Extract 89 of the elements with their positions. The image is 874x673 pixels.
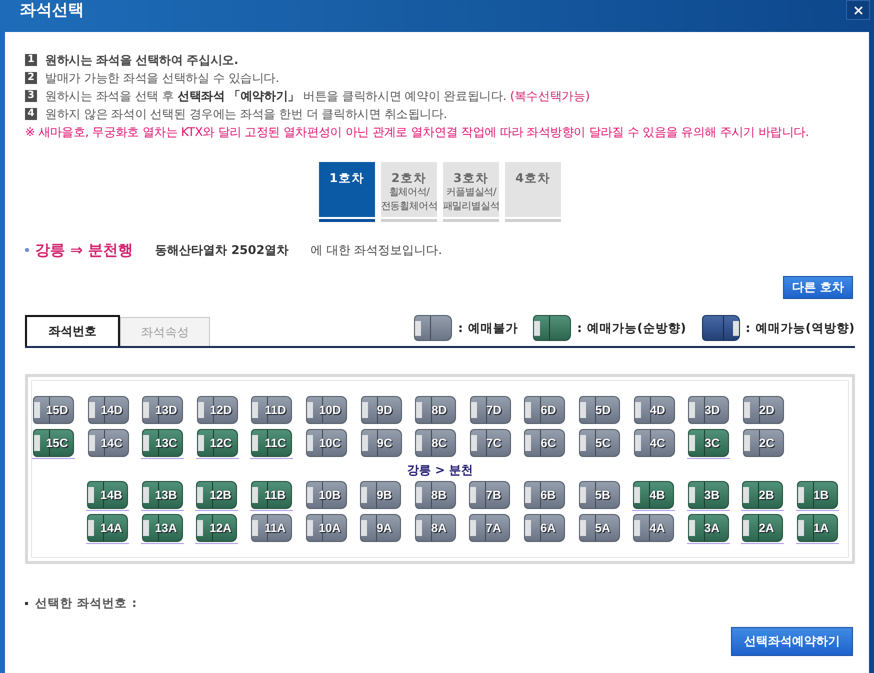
seat-icon: [702, 315, 740, 341]
seat-button[interactable]: 9C: [360, 429, 403, 459]
car-tab[interactable]: 4호차: [505, 162, 561, 222]
view-tab[interactable]: 좌석번호: [25, 315, 120, 346]
seat-button[interactable]: 10A: [304, 514, 348, 544]
seat-button[interactable]: 6D: [523, 396, 566, 426]
seat-button[interactable]: 10D: [304, 396, 348, 426]
seat-button[interactable]: 4D: [632, 396, 676, 426]
seat-icon: [533, 315, 572, 341]
close-button[interactable]: [846, 0, 870, 20]
seat-button[interactable]: 9D: [360, 396, 403, 426]
warning-text: ※ 새마을호, 무궁화호 열차는 KTX와 달리 고정된 열차편성이 아닌 관계로 열차연결 작업에 따라 좌석방향이 달라질 수 있음을 유의해 주시기 바랍니다.: [25, 124, 809, 141]
seat-button[interactable]: 13C: [141, 429, 184, 459]
seat-button[interactable]: 7B: [468, 481, 512, 511]
seat-button[interactable]: 9B: [359, 481, 402, 511]
seat-button[interactable]: 12C: [196, 429, 239, 459]
seat-button[interactable]: 8D: [414, 396, 458, 426]
seat-button[interactable]: 7D: [468, 396, 512, 426]
seat-button[interactable]: 9A: [359, 514, 402, 544]
seat-button[interactable]: 14B: [86, 481, 130, 511]
step-number: 2: [25, 72, 37, 84]
seat-button[interactable]: 2D: [742, 396, 785, 426]
seat-button[interactable]: 7A: [468, 514, 512, 544]
seat-button[interactable]: 11B: [250, 481, 294, 511]
seat-button[interactable]: 15C: [32, 429, 75, 459]
train-name: 동해산타열차 2502열차: [155, 242, 289, 258]
info-text: 에 대한 좌석정보입니다.: [310, 242, 442, 258]
seat-button[interactable]: 4C: [632, 429, 676, 459]
seat-button[interactable]: 11A: [250, 514, 294, 544]
instruction-text: 원하시는 좌석을 선택 후 선택좌석 「예약하기」 버튼을 클릭하시면 예약이 완료됩니다. (복수선택가능): [45, 88, 590, 104]
instruction-text: 원하지 않은 좌석이 선택된 경우에는 좌석을 한번 더 클릭하시면 취소됩니다.: [45, 106, 447, 122]
car-tab[interactable]: 3호차 커플별실석/ 패밀리별실석: [443, 162, 499, 222]
instruction-text: 원하시는 좌석을 선택하여 주십시오.: [45, 52, 238, 68]
seat-button[interactable]: 12B: [195, 481, 238, 511]
seat-button[interactable]: 10C: [304, 429, 348, 459]
other-car-button[interactable]: 다른 호차: [782, 276, 853, 299]
seat-button[interactable]: 14A: [86, 514, 130, 544]
legend-label: : 예매불가: [458, 320, 518, 336]
seat-button[interactable]: 5C: [578, 429, 621, 459]
seat-button[interactable]: 2B: [741, 481, 784, 511]
bullet-icon: [25, 602, 28, 604]
legend-label: : 예매가능(순방향): [577, 320, 687, 336]
seat-button[interactable]: 6A: [523, 514, 566, 544]
bullet-icon: [25, 248, 29, 252]
seat-button[interactable]: 14D: [86, 396, 130, 426]
seat-button[interactable]: 6B: [523, 481, 566, 511]
view-tab[interactable]: 좌석속성: [120, 317, 210, 346]
step-number: 3: [25, 90, 37, 102]
window-title: 좌석선택: [20, 0, 84, 20]
seat-button[interactable]: 1A: [796, 514, 839, 544]
aisle-label: 강릉 > 분천: [406, 462, 474, 478]
instruction-text: 발매가 가능한 좌석을 선택하실 수 있습니다.: [45, 70, 280, 86]
seat-button[interactable]: 8C: [414, 429, 458, 459]
seat-button[interactable]: 3B: [686, 481, 730, 511]
seat-button[interactable]: 8A: [414, 514, 457, 544]
step-number: 1: [25, 54, 37, 66]
close-icon: [854, 6, 862, 14]
seat-button[interactable]: 2A: [741, 514, 784, 544]
seat-button[interactable]: 1B: [796, 481, 839, 511]
seat-button[interactable]: 11C: [250, 429, 294, 459]
seat-button[interactable]: 4B: [632, 481, 676, 511]
seat-button[interactable]: 12A: [195, 514, 238, 544]
seat-button[interactable]: 15D: [32, 396, 75, 426]
seat-button[interactable]: 2C: [742, 429, 785, 459]
selected-seats-label: 선택한 좌석번호 :: [35, 594, 138, 612]
seat-icon: [414, 315, 452, 341]
seat-button[interactable]: 5B: [578, 481, 621, 511]
seat-button[interactable]: 4A: [632, 514, 676, 544]
seat-button[interactable]: 3A: [686, 514, 730, 544]
seat-button[interactable]: 6C: [523, 429, 566, 459]
seat-button[interactable]: 3C: [687, 429, 730, 459]
seat-button[interactable]: 14C: [86, 429, 130, 459]
reserve-button[interactable]: 선택좌석예약하기: [731, 627, 853, 656]
seat-button[interactable]: 13D: [141, 396, 184, 426]
seat-button[interactable]: 5D: [578, 396, 621, 426]
seat-button[interactable]: 8B: [414, 481, 457, 511]
car-tab[interactable]: 1호차: [319, 162, 375, 222]
seat-button[interactable]: 5A: [578, 514, 621, 544]
route-text: 강릉 ⇒ 분천행: [35, 240, 134, 260]
seat-button[interactable]: 12D: [196, 396, 239, 426]
seat-button[interactable]: 10B: [304, 481, 348, 511]
step-number: 4: [25, 108, 37, 120]
legend-label: : 예매가능(역방향): [746, 320, 855, 336]
seat-button[interactable]: 11D: [250, 396, 294, 426]
seat-button[interactable]: 13B: [140, 481, 184, 511]
seat-button[interactable]: 13A: [140, 514, 184, 544]
car-tab[interactable]: 2호차 휠체어석/ 전동휠체어석: [381, 162, 437, 222]
seat-button[interactable]: 7C: [468, 429, 512, 459]
seat-button[interactable]: 3D: [687, 396, 730, 426]
